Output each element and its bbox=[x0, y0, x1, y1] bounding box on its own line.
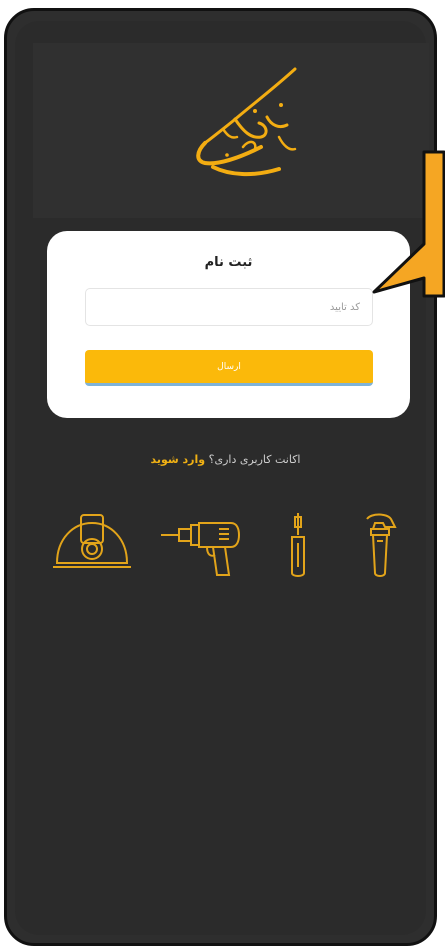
pipe-wrench-icon bbox=[366, 513, 397, 577]
phone-frame: ثبت نام ارسال اکانت کاربری داری؟ وارد شو… bbox=[4, 8, 437, 946]
verification-code-input[interactable] bbox=[85, 288, 373, 326]
helmet-icon bbox=[53, 514, 131, 568]
screwdriver-icon bbox=[291, 513, 305, 577]
send-button[interactable]: ارسال bbox=[85, 350, 373, 386]
callout-pointer bbox=[372, 150, 445, 298]
brand-logo bbox=[196, 67, 297, 177]
login-link[interactable]: وارد شوید bbox=[151, 453, 206, 466]
account-prompt: اکانت کاربری داری؟ وارد شوید bbox=[7, 453, 434, 466]
register-title: ثبت نام bbox=[204, 255, 253, 270]
account-question: اکانت کاربری داری؟ bbox=[208, 453, 301, 466]
drill-icon bbox=[161, 522, 241, 576]
register-card: ثبت نام ارسال bbox=[47, 231, 410, 418]
